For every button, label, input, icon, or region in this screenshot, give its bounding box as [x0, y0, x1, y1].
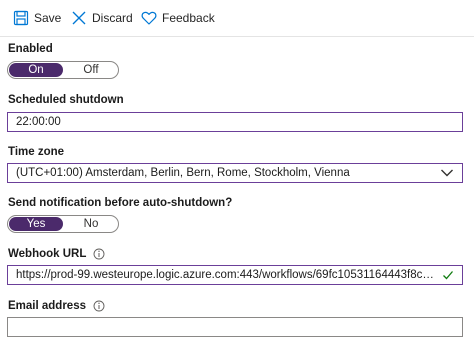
notification-toggle[interactable]: Yes No — [7, 215, 119, 233]
discard-button[interactable]: Discard — [71, 8, 133, 28]
webhook-url-value: https://prod-99.westeurope.logic.azure.c… — [16, 269, 436, 281]
enabled-on-option[interactable]: On — [9, 63, 63, 77]
email-label: Email address — [8, 300, 105, 312]
save-icon — [13, 10, 29, 26]
discard-label: Discard — [92, 11, 133, 25]
enabled-label: Enabled — [8, 43, 53, 55]
enabled-off-option[interactable]: Off — [64, 62, 118, 78]
time-zone-label-text: Time zone — [8, 146, 65, 158]
enabled-label-text: Enabled — [8, 43, 53, 55]
notification-label-text: Send notification before auto-shutdown? — [8, 197, 233, 209]
heart-icon — [141, 11, 157, 25]
time-zone-value: (UTC+01:00) Amsterdam, Berlin, Bern, Rom… — [16, 167, 350, 179]
notification-label: Send notification before auto-shutdown? — [8, 197, 232, 209]
email-label-text: Email address — [8, 300, 86, 312]
email-address-input[interactable] — [7, 317, 463, 337]
command-bar: Save Discard Feedback — [0, 0, 474, 37]
scheduled-shutdown-label-text: Scheduled shutdown — [8, 94, 124, 106]
feedback-label: Feedback — [162, 11, 215, 25]
save-button[interactable]: Save — [13, 8, 61, 28]
save-label: Save — [34, 11, 62, 25]
webhook-url-input[interactable]: https://prod-99.westeurope.logic.azure.c… — [7, 265, 463, 285]
scheduled-shutdown-label: Scheduled shutdown — [8, 94, 124, 106]
info-icon[interactable] — [93, 300, 105, 312]
scheduled-shutdown-value: 22:00:00 — [16, 116, 61, 128]
feedback-button[interactable]: Feedback — [141, 8, 215, 28]
notification-yes-option[interactable]: Yes — [9, 217, 63, 231]
time-zone-dropdown[interactable]: (UTC+01:00) Amsterdam, Berlin, Bern, Rom… — [7, 163, 463, 183]
webhook-label: Webhook URL — [8, 248, 105, 260]
checkmark-icon — [443, 271, 453, 280]
chevron-down-icon — [441, 169, 453, 177]
enabled-toggle[interactable]: On Off — [7, 61, 119, 79]
notification-no-option[interactable]: No — [64, 216, 118, 232]
scheduled-shutdown-input[interactable]: 22:00:00 — [7, 112, 463, 132]
webhook-label-text: Webhook URL — [8, 248, 87, 260]
info-icon[interactable] — [93, 248, 105, 260]
time-zone-label: Time zone — [8, 146, 64, 158]
discard-icon — [72, 11, 86, 25]
